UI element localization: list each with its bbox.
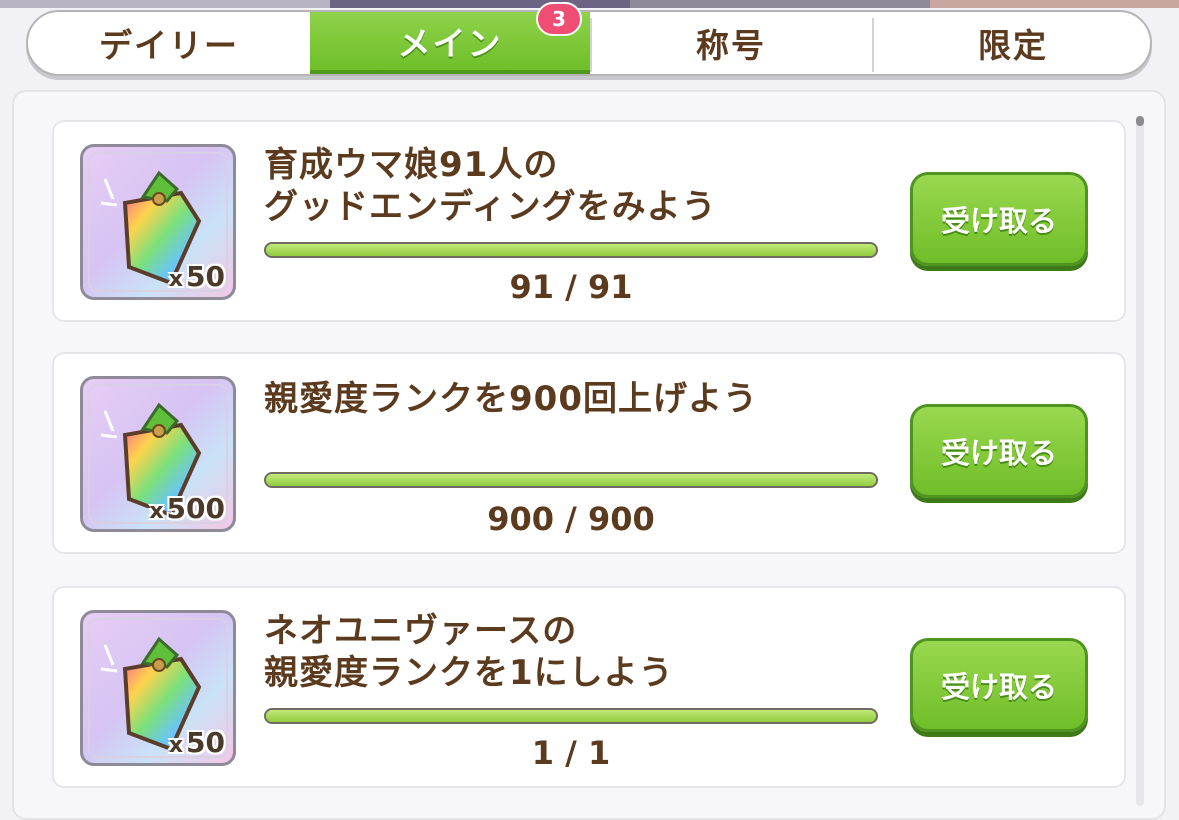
claim-button[interactable]: 受け取る	[910, 638, 1088, 732]
progress-text: 900 / 900	[487, 500, 655, 538]
progress-text: 1 / 1	[531, 734, 611, 772]
reward-item[interactable]: x 50	[80, 610, 236, 766]
scrollbar-thumb[interactable]	[1136, 116, 1144, 126]
top-background-strip	[0, 0, 1179, 8]
reward-item[interactable]: x 50	[80, 144, 236, 300]
progress-text: 91 / 91	[509, 268, 633, 306]
claim-button[interactable]: 受け取る	[910, 172, 1088, 266]
mission-title: 親愛度ランクを900回上げよう	[264, 379, 758, 419]
tab-limited[interactable]: 限定	[872, 12, 1150, 74]
mission-title: ネオユニヴァースの 親愛度ランクを1にしよう	[264, 611, 674, 693]
reward-quantity: x 50	[168, 260, 225, 293]
mission-card: x 50 ネオユニヴァースの 親愛度ランクを1にしよう 1 / 1 受け取る	[52, 586, 1126, 788]
reward-quantity: x 50	[168, 726, 225, 759]
progress-bar	[264, 472, 878, 488]
reward-item[interactable]: x 500	[80, 376, 236, 532]
reward-quantity: x 500	[149, 492, 225, 525]
tab-daily[interactable]: デイリー	[28, 12, 310, 74]
mission-tab-bar: デイリー メイン 称号 限定	[26, 10, 1152, 76]
progress-bar	[264, 242, 878, 258]
mission-title: 育成ウマ娘91人の グッドエンディングをみよう	[264, 145, 717, 227]
claim-button[interactable]: 受け取る	[910, 404, 1088, 498]
progress-bar	[264, 708, 878, 724]
mission-card: x 500 親愛度ランクを900回上げよう 900 / 900 受け取る	[52, 352, 1126, 554]
mission-card: x 50 育成ウマ娘91人の グッドエンディングをみよう 91 / 91 受け取る	[52, 120, 1126, 322]
tab-title[interactable]: 称号	[590, 12, 872, 74]
notification-badge: 3	[536, 2, 582, 36]
scrollbar[interactable]	[1136, 116, 1144, 806]
